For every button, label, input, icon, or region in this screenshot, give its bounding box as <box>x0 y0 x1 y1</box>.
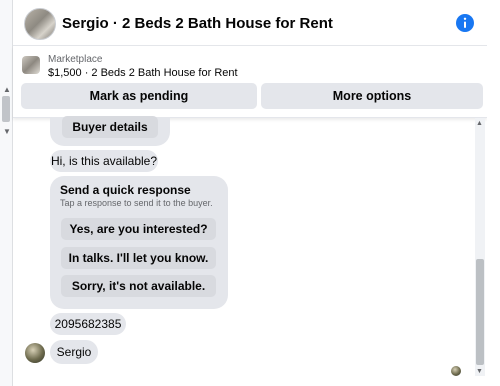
scroll-up-arrow-icon[interactable]: ▲ <box>3 86 11 94</box>
quick-response-subtitle: Tap a response to send it to the buyer. <box>60 198 213 208</box>
message-bubble: 2095682385 <box>50 313 126 335</box>
listing-source: Marketplace <box>48 54 103 65</box>
listing-description[interactable]: $1,500 · 2 Beds 2 Bath House for Rent <box>48 67 238 79</box>
scroll-down-arrow-icon[interactable]: ▼ <box>476 368 483 375</box>
scroll-up-arrow-icon[interactable]: ▲ <box>476 120 483 127</box>
buyer-details-button[interactable]: Buyer details <box>62 116 158 138</box>
listing-avatar[interactable] <box>24 8 56 40</box>
chat-title[interactable]: Sergio · 2 Beds 2 Bath House for Rent <box>62 15 333 32</box>
sender-avatar[interactable] <box>25 343 45 363</box>
quick-response-option[interactable]: Sorry, it's not available. <box>61 275 216 297</box>
chat-header: Sergio · 2 Beds 2 Bath House for Rent <box>13 0 487 46</box>
more-options-button[interactable]: More options <box>261 83 483 109</box>
chat-window: Sergio · 2 Beds 2 Bath House for Rent Ma… <box>12 0 488 386</box>
chat-scrollbar-thumb[interactable] <box>476 259 484 365</box>
listing-thumbnail[interactable] <box>22 56 40 74</box>
buyer-details-card: Buyer details <box>50 116 170 146</box>
message-bubble: Sergio <box>50 340 98 364</box>
listing-panel: Marketplace $1,500 · 2 Beds 2 Bath House… <box>13 46 487 118</box>
quick-response-option[interactable]: Yes, are you interested? <box>61 218 216 240</box>
quick-response-card: Send a quick response Tap a response to … <box>50 176 228 309</box>
page-scrollbar-thumb[interactable] <box>2 96 10 122</box>
message-bubble: Hi, is this available? <box>50 150 158 172</box>
info-icon[interactable] <box>455 13 475 33</box>
page-right-strip <box>487 0 500 386</box>
quick-response-option[interactable]: In talks. I'll let you know. <box>61 247 216 269</box>
quick-response-title: Send a quick response <box>60 183 191 197</box>
mark-as-pending-button[interactable]: Mark as pending <box>21 83 257 109</box>
read-receipt-avatar <box>451 366 461 376</box>
scroll-down-arrow-icon[interactable]: ▼ <box>3 128 11 136</box>
